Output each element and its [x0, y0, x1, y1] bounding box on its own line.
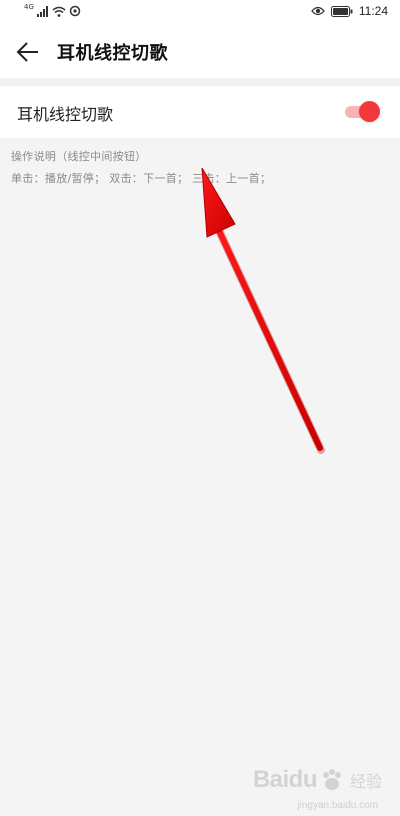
toggle-knob [359, 101, 380, 122]
arrow-shape [201, 167, 325, 454]
battery-icon [330, 5, 353, 17]
status-left-icons: 4G [24, 3, 81, 17]
back-button[interactable] [14, 38, 42, 66]
setting-row-headset-control[interactable]: 耳机线控切歌 [0, 86, 400, 138]
setting-label: 耳机线控切歌 [17, 105, 114, 124]
paw-logo-icon [322, 769, 341, 790]
status-time: 11:24 [358, 4, 388, 18]
signal-icon [36, 5, 48, 17]
page-title: 耳机线控切歌 [57, 43, 168, 64]
network-type-label: 4G [24, 3, 34, 11]
section-divider [0, 78, 400, 86]
wifi-icon [52, 6, 66, 17]
status-bar: 4G 11:24 [0, 0, 400, 26]
baidu-jingyan-watermark: Baidu 经验 [253, 766, 382, 794]
watermark-url: jingyan.baidu.com [297, 800, 378, 811]
status-right-icons: 11:24 [311, 4, 388, 18]
watermark-sub: 经验 [349, 772, 382, 791]
eye-comfort-icon [311, 6, 325, 16]
instructions-title: 操作说明（线控中间按钮） [11, 150, 147, 163]
watermark-brand: Baidu [252, 766, 318, 793]
arrow-left-icon [16, 42, 38, 62]
headset-control-toggle[interactable] [345, 100, 381, 124]
sync-icon [69, 5, 81, 17]
instructions-body: 单击：播放/暂停； 双击：下一首； 三击：上一首； [11, 172, 272, 185]
app-header: 耳机线控切歌 [0, 26, 400, 78]
